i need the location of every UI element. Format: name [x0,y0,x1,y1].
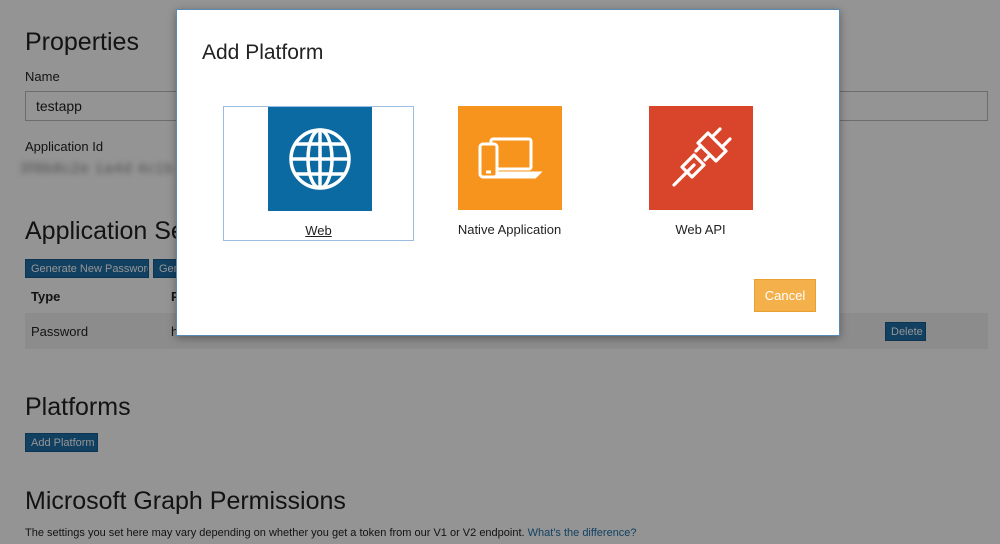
webapi-tile-square [649,106,753,210]
web-tile-label: Web [305,223,332,238]
native-tile-square [458,106,562,210]
dialog-title: Add Platform [202,41,324,64]
cancel-button[interactable]: Cancel [754,279,816,312]
webapi-tile-label: Web API [675,222,726,237]
plug-icon [672,127,732,187]
web-tile-square [268,107,372,211]
platform-tile-web-api[interactable]: Web API [605,106,796,241]
native-tile-label: Native Application [457,222,562,237]
globe-icon [289,128,351,190]
platform-tile-web[interactable]: Web [223,106,414,241]
platform-tile-native-application[interactable]: Native Application [414,106,605,241]
devices-icon [478,137,543,179]
add-platform-dialog: Add Platform Web Native Application Web … [176,9,840,336]
